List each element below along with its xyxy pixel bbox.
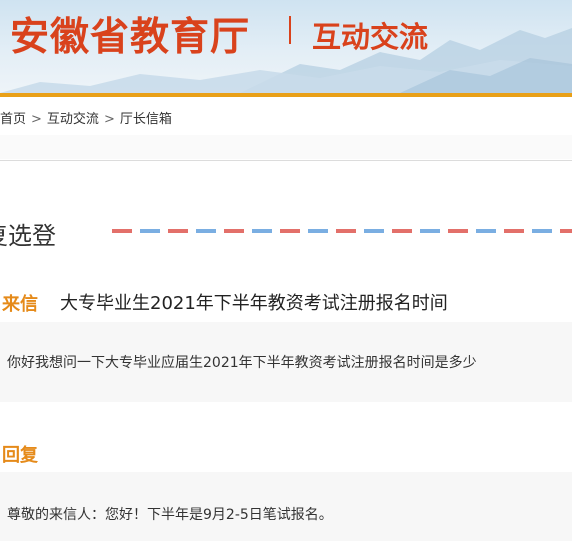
breadcrumb-separator: > [103, 112, 115, 127]
breadcrumb-mailbox[interactable]: 厅长信箱 [120, 108, 172, 127]
header-accent-bar [0, 93, 572, 97]
airmail-dashed-line [112, 229, 572, 233]
letter-content: 你好我想问一下大专毕业应届生2021年下半年教资考试注册报名时间是多少 [7, 355, 477, 371]
section-divider [0, 160, 572, 161]
letter-label: 来信 [2, 294, 38, 315]
breadcrumb-interaction[interactable]: 互动交流 [47, 108, 99, 127]
site-title[interactable]: 安徽省教育厅 [10, 6, 250, 62]
section-title: 互动交流 [312, 20, 429, 54]
toolbar-strip [0, 135, 572, 159]
reply-content-box: 尊敬的来信人：您好！下半年是9月2-5日笔试报名。 [0, 472, 572, 541]
breadcrumb: 首页 > 互动交流 > 厅长信箱 [0, 108, 172, 127]
reply-content: 尊敬的来信人：您好！下半年是9月2-5日笔试报名。 [7, 507, 333, 523]
page-header: 安徽省教育厅 互动交流 [0, 0, 572, 93]
breadcrumb-home[interactable]: 首页 [0, 108, 26, 127]
reply-section-title: 复选登 [0, 222, 56, 250]
letter-content-box: 你好我想问一下大专毕业应届生2021年下半年教资考试注册报名时间是多少 [0, 322, 572, 402]
letter-subject: 大专毕业生2021年下半年教资考试注册报名时间 [60, 293, 448, 314]
title-divider [289, 16, 291, 44]
reply-label: 回复 [2, 445, 38, 466]
breadcrumb-separator: > [31, 112, 42, 127]
